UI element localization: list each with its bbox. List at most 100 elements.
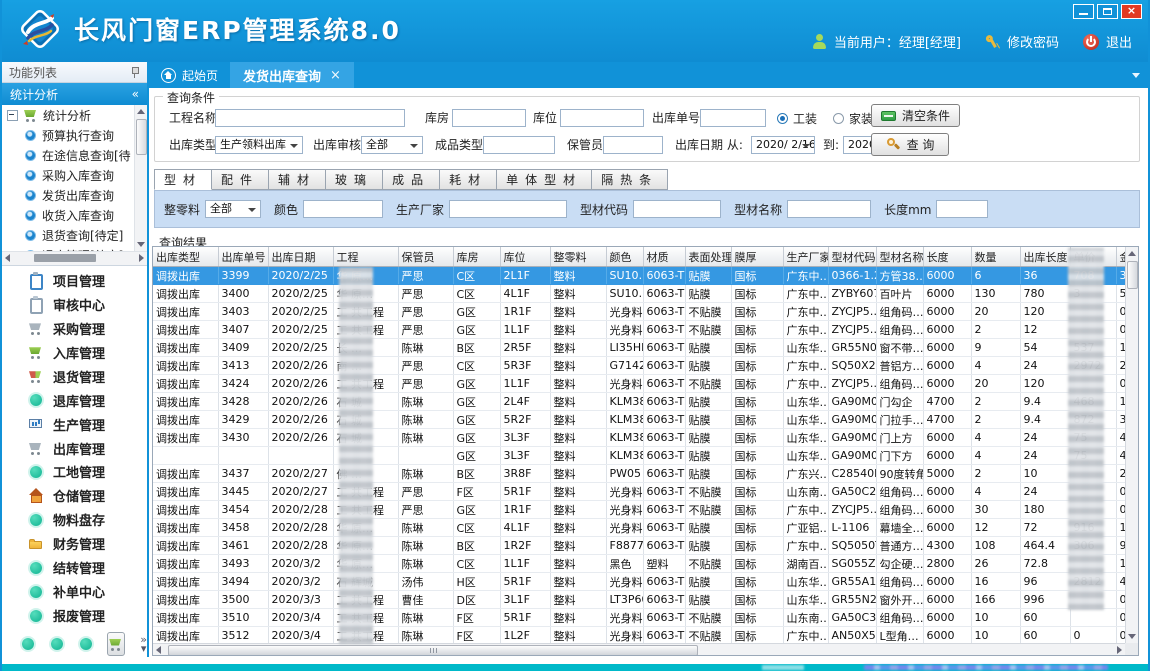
scroll-right-icon[interactable]: [139, 254, 144, 262]
table-row[interactable]: 调拨出库35102020/3/4工 共工程陈琳F区5R1F整料光身料6063-T…: [153, 609, 1139, 627]
radio-industrial[interactable]: [777, 113, 788, 124]
scroll-left-icon[interactable]: [156, 646, 161, 654]
maximize-button[interactable]: [1097, 4, 1118, 19]
module-item[interactable]: 工地管理: [2, 460, 147, 483]
column-header[interactable]: 库位: [500, 247, 550, 267]
tab-list-dropdown-icon[interactable]: [1132, 73, 1140, 78]
scroll-down-icon[interactable]: [1128, 634, 1136, 639]
location-input[interactable]: [560, 109, 644, 127]
table-row[interactable]: 调拨出库34302020/2/26石 城陈琳G区3L3F整料KLM3817606…: [153, 429, 1139, 447]
tab-outbound-query[interactable]: 发货出库查询 ×: [230, 62, 354, 88]
tree-item[interactable]: 在途信息查询[待: [2, 145, 147, 165]
name-input[interactable]: [787, 200, 871, 218]
table-row[interactable]: G区3L3F整料KLM38176063-T5贴膜国标山东华…GA90M09…门下…: [153, 447, 1139, 465]
column-header[interactable]: 整零料: [550, 247, 606, 267]
table-vscroll-thumb[interactable]: [1127, 261, 1138, 289]
column-header[interactable]: 出库日期: [268, 247, 333, 267]
material-tab[interactable]: 型材: [154, 169, 212, 190]
product-type-input[interactable]: [483, 136, 555, 154]
table-row[interactable]: 调拨出库34282020/2/26石 城陈琳G区2L4F整料KLM3817606…: [153, 393, 1139, 411]
tab-home[interactable]: 起始页: [149, 62, 230, 88]
table-row[interactable]: 调拨出库34242020/2/26工 共工程严思G区1L1F整料光身料6063-…: [153, 375, 1139, 393]
search-button[interactable]: 查 询: [871, 133, 949, 156]
module-item[interactable]: 生产管理: [2, 413, 147, 436]
module-item[interactable]: 退货管理: [2, 365, 147, 388]
module-item[interactable]: 项目管理: [2, 269, 147, 292]
column-header[interactable]: 颜色: [606, 247, 643, 267]
material-tab[interactable]: 配件: [212, 169, 269, 190]
table-row[interactable]: 调拨出库33992020/2/25华 原…严思C区2L1F整料SU10…6063…: [153, 267, 1139, 285]
column-header[interactable]: 工程: [333, 247, 398, 267]
column-header[interactable]: 库房: [453, 247, 500, 267]
manufacturer-input[interactable]: [449, 200, 567, 218]
table-row[interactable]: 调拨出库34002020/2/25华 原…严思C区4L1F整料SU10…6063…: [153, 285, 1139, 303]
material-tab[interactable]: 成品: [383, 169, 440, 190]
keeper-input[interactable]: [603, 136, 663, 154]
date-from-select[interactable]: 2020/ 2/16: [751, 136, 815, 154]
audit-select[interactable]: 全部: [361, 136, 423, 154]
change-password-link[interactable]: 修改密码: [1007, 32, 1059, 51]
module-item[interactable]: 退库管理: [2, 389, 147, 412]
module-item[interactable]: 物料盘存: [2, 508, 147, 531]
material-tab[interactable]: 隔热条: [592, 169, 668, 190]
scroll-right-icon[interactable]: [1117, 646, 1122, 654]
table-vertical-scrollbar[interactable]: [1125, 247, 1138, 643]
module-item[interactable]: 报废管理: [2, 604, 147, 627]
material-tab[interactable]: 辅材: [269, 169, 326, 190]
table-row[interactable]: 调拨出库34452020/2/27工 共工程严思F区5R1F整料光身料6063-…: [153, 483, 1139, 501]
tree-item[interactable]: 预算执行查询: [2, 125, 147, 145]
tree-hscroll-thumb[interactable]: [34, 254, 96, 262]
module-item[interactable]: 补单中心: [2, 580, 147, 603]
table-row[interactable]: 调拨出库34292020/2/26石 城陈琳G区5R2F整料KLM3817606…: [153, 411, 1139, 429]
module-item[interactable]: 财务管理: [2, 532, 147, 555]
scroll-up-icon[interactable]: [1128, 251, 1136, 256]
table-row[interactable]: 调拨出库34092020/2/25长 …陈琳B区2R5F整料LI35HD6063…: [153, 339, 1139, 357]
project-name-input[interactable]: [215, 109, 405, 127]
cart-toolbar-button[interactable]: [107, 632, 125, 656]
column-header[interactable]: 保管员: [398, 247, 453, 267]
tree-item[interactable]: 退货查询[待定]: [2, 225, 147, 245]
sidebar-section-header[interactable]: 统计分析 «: [2, 83, 147, 105]
material-tab[interactable]: 玻璃: [326, 169, 383, 190]
table-row[interactable]: 调拨出库35122020/3/4工 共工程陈琳F区1L2F整料光身料6063-T…: [153, 627, 1139, 645]
module-item[interactable]: 出库管理: [2, 437, 147, 460]
table-row[interactable]: 调拨出库34582020/2/28华 原…陈琳C区4L1F整料光身料6063-T…: [153, 519, 1139, 537]
circle-icon[interactable]: [49, 636, 63, 652]
table-row[interactable]: 调拨出库34932020/3/2华 原…陈琳C区1L1F整料黑色塑料不贴膜国标湖…: [153, 555, 1139, 573]
tree-expander-icon[interactable]: [7, 110, 18, 121]
part-select[interactable]: 全部: [205, 200, 261, 218]
column-header[interactable]: 出库类型: [153, 247, 218, 267]
table-row[interactable]: 调拨出库34072020/2/25工 共工程严思G区1L1F整料光身料6063-…: [153, 321, 1139, 339]
logout-link[interactable]: 退出: [1106, 32, 1132, 51]
column-header[interactable]: 生产厂家: [783, 247, 828, 267]
module-item[interactable]: 审核中心: [2, 293, 147, 316]
module-item[interactable]: 采购管理: [2, 317, 147, 340]
module-item[interactable]: 仓储管理: [2, 484, 147, 507]
close-button[interactable]: ×: [1121, 4, 1142, 19]
length-input[interactable]: [936, 200, 988, 218]
column-header[interactable]: 型材代码: [828, 247, 876, 267]
column-header[interactable]: 出库单号: [218, 247, 268, 267]
tree-vertical-scrollbar[interactable]: [134, 105, 147, 251]
column-header[interactable]: 长度: [923, 247, 971, 267]
material-tab[interactable]: 单体型材: [497, 169, 592, 190]
code-input[interactable]: [633, 200, 721, 218]
table-row[interactable]: 调拨出库34942020/3/2石 辉城汤伟H区5R1F整料光身料6063-T5…: [153, 573, 1139, 591]
column-header[interactable]: 数量: [971, 247, 1020, 267]
warehouse-input[interactable]: [452, 109, 526, 127]
outbound-type-select[interactable]: 生产领料出库: [215, 136, 303, 154]
clear-conditions-button[interactable]: 清空条件: [871, 104, 960, 127]
column-header[interactable]: 出库长度: [1020, 247, 1070, 267]
tree-item[interactable]: 收货入库查询: [2, 205, 147, 225]
tree-item[interactable]: 采购入库查询: [2, 165, 147, 185]
order-no-input[interactable]: [700, 109, 766, 127]
table-row[interactable]: 调拨出库34542020/2/28工 共工程严思G区1R1F整料光身料6063-…: [153, 501, 1139, 519]
table-horizontal-scrollbar[interactable]: [153, 643, 1125, 655]
table-row[interactable]: 调拨出库34032020/2/25工 共工程严思G区1R1F整料光身料6063-…: [153, 303, 1139, 321]
collapse-icon[interactable]: «: [132, 87, 139, 101]
table-row[interactable]: 调拨出库34612020/2/28华 原…陈琳B区1R2F整料F8877FT60…: [153, 537, 1139, 555]
tree-item[interactable]: 发货出库查询: [2, 185, 147, 205]
table-hscroll-thumb[interactable]: [168, 645, 698, 656]
tree-horizontal-scrollbar[interactable]: [2, 251, 147, 266]
column-header[interactable]: 材质: [643, 247, 685, 267]
